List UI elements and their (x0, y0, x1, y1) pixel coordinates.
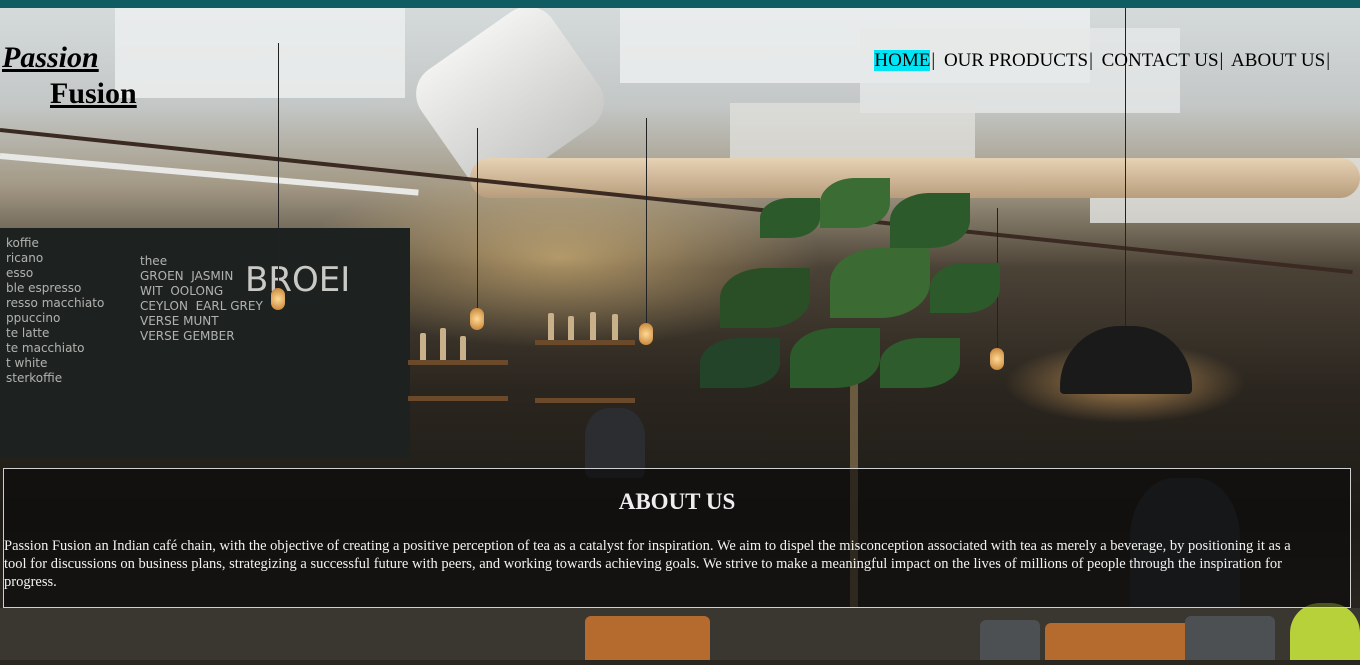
nav-our-products[interactable]: OUR PRODUCTS (944, 50, 1088, 71)
top-accent-bar (0, 0, 1360, 8)
plant-leaf (720, 268, 810, 328)
shelf (408, 360, 508, 365)
bottle (548, 313, 554, 340)
chair (1045, 623, 1190, 660)
plant-leaf (820, 178, 890, 228)
bottle (460, 336, 466, 360)
chair (585, 616, 710, 660)
pendant-wire (477, 128, 478, 313)
ceiling-panel (115, 8, 405, 98)
pendant-wire (646, 118, 647, 328)
brand-name-line1: Passion (2, 41, 99, 74)
plant-leaf (930, 263, 1000, 313)
chalkboard-sign: BROEI (245, 260, 351, 300)
bottle (590, 312, 596, 340)
pendant-bulb (639, 323, 653, 345)
nav-home[interactable]: HOME (874, 50, 931, 71)
ceiling-panel (730, 103, 975, 163)
plant-leaf (830, 248, 930, 318)
brand-name-line2: Fusion (50, 77, 137, 110)
nav-about-us[interactable]: ABOUT US (1231, 50, 1325, 71)
nav-separator: | (931, 50, 936, 71)
about-us-title: ABOUT US (618, 489, 736, 514)
nav-separator: | (1326, 50, 1330, 71)
chalkboard-menu-text: koffie ricano esso ble espresso resso ma… (6, 236, 105, 385)
pendant-bulb (271, 288, 285, 310)
nav-separator: | (1089, 50, 1093, 71)
menu-chalkboard: koffie ricano esso ble espresso resso ma… (0, 228, 410, 458)
nav-separator: | (1219, 50, 1224, 71)
bottle (420, 333, 426, 360)
pendant-wire (278, 43, 279, 293)
about-us-section: ABOUT US Passion Fusion an Indian café c… (3, 468, 1351, 608)
chair (980, 620, 1040, 660)
plant-leaf (890, 193, 970, 248)
pendant-lamp (1060, 326, 1192, 394)
shelf (535, 398, 635, 403)
about-us-text: Passion Fusion an Indian café chain, wit… (4, 538, 1291, 590)
plant-leaf (760, 198, 820, 238)
nav-contact-us[interactable]: CONTACT US (1102, 50, 1219, 71)
ceiling-pipe (0, 153, 419, 196)
chair (1290, 603, 1360, 660)
brand-logo[interactable]: Passion Fusion (2, 40, 137, 112)
plant-leaf (700, 338, 780, 388)
bottle (440, 328, 446, 360)
main-nav: HOME| OUR PRODUCTS| CONTACT US| ABOUT US… (874, 50, 1334, 72)
chair (1185, 616, 1275, 660)
plant-leaf (880, 338, 960, 388)
shelf (535, 340, 635, 345)
pendant-bulb (990, 348, 1004, 370)
pendant-bulb (470, 308, 484, 330)
shelf (408, 396, 508, 401)
plant-leaf (790, 328, 880, 388)
bottle (568, 316, 574, 340)
bottle (612, 314, 618, 340)
